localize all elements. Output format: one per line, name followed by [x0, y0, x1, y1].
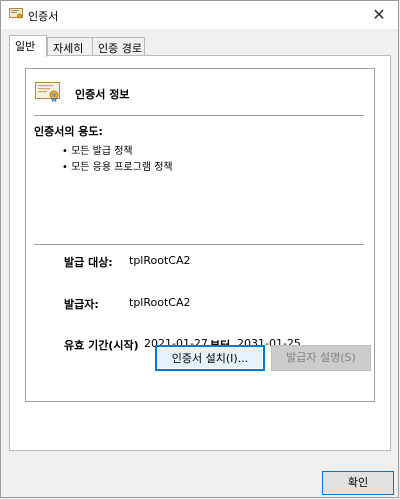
- tab-certification-path[interactable]: 인증 경로: [92, 37, 145, 56]
- purpose-label: 인증서의 용도:: [34, 125, 103, 138]
- certificate-icon: [35, 81, 61, 103]
- ok-button[interactable]: 확인: [322, 471, 394, 495]
- window-title: 인증서: [28, 10, 59, 23]
- purpose-item: • 모든 응용 프로그램 정책: [62, 162, 173, 173]
- certificate-dialog: 인증서 ✕ 일반 자세히 인증 경로 인증서 정보 인증서의 용도: • 모든 …: [0, 0, 399, 498]
- tab-details-label: 자세히: [53, 42, 84, 55]
- issued-to-label: 발급 대상:: [64, 256, 113, 269]
- close-icon[interactable]: ✕: [364, 3, 394, 27]
- tab-certification-path-label: 인증 경로: [98, 42, 142, 55]
- divider: [34, 244, 364, 245]
- certificate-icon: [9, 8, 23, 20]
- info-heading: 인증서 정보: [75, 88, 130, 101]
- issuer-statement-button[interactable]: 발급자 설명(S): [271, 345, 371, 371]
- tab-details[interactable]: 자세히: [47, 37, 93, 56]
- general-tab-panel: 인증서 정보 인증서의 용도: • 모든 발급 정책 • 모든 응용 프로그램 …: [9, 55, 391, 451]
- install-certificate-button[interactable]: 인증서 설치(I)...: [155, 345, 265, 371]
- issued-to-value: tplRootCA2: [129, 254, 191, 267]
- issued-by-value: tplRootCA2: [129, 296, 191, 309]
- title-bar: 인증서 ✕: [1, 1, 398, 29]
- divider: [34, 115, 364, 116]
- issued-by-label: 발급자:: [64, 298, 99, 311]
- purpose-item: • 모든 발급 정책: [62, 146, 133, 157]
- tab-general[interactable]: 일반: [9, 35, 47, 57]
- tab-general-label: 일반: [15, 40, 36, 53]
- validity-label: 유효 기간(시작): [64, 339, 139, 352]
